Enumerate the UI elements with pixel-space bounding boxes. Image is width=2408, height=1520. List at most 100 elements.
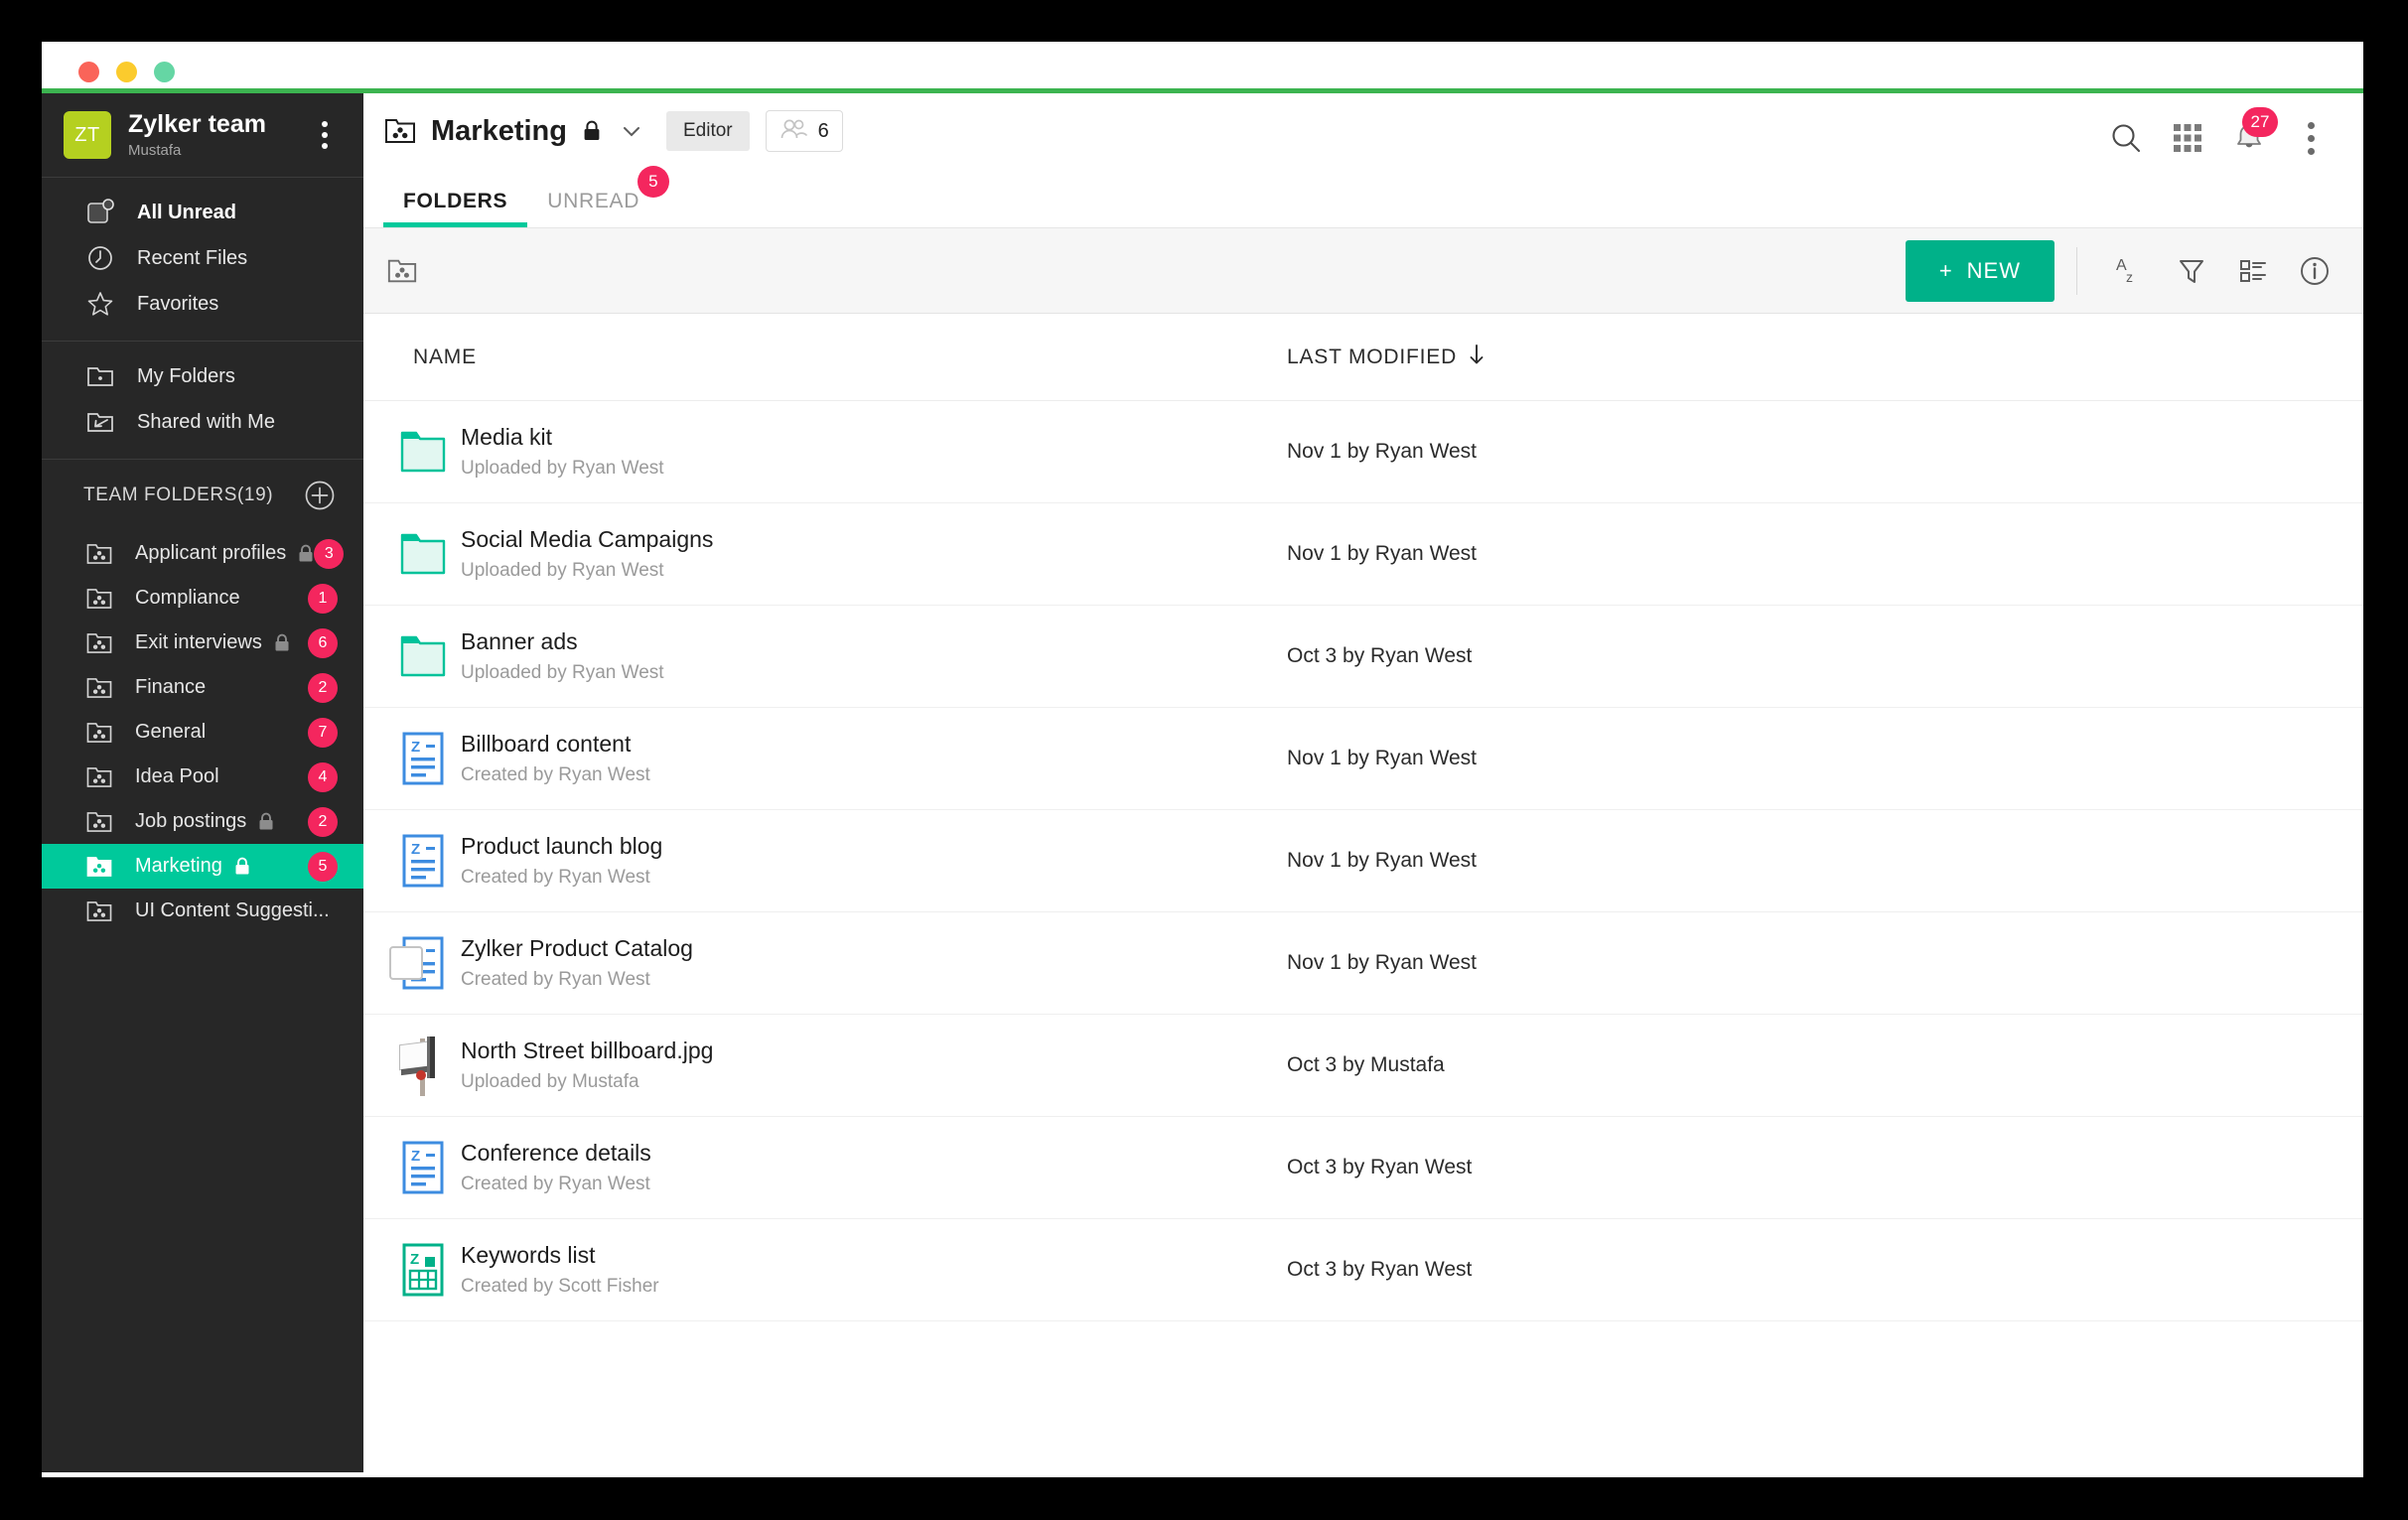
sidebar-folder-item[interactable]: Marketing 5 [42,844,363,889]
role-chip[interactable]: Editor [665,111,750,151]
row-file-name[interactable]: North Street billboard.jpg [461,1037,1287,1064]
file-table: NAME LAST MODIFIED Media kit Uploaded by… [363,314,2363,1472]
arrow-down-icon [1468,344,1486,371]
team-folder-icon [85,585,113,613]
view-list-icon[interactable] [2222,242,2284,300]
row-subtitle: Uploaded by Ryan West [461,662,664,683]
kebab-menu-icon[interactable] [2280,109,2341,167]
toolbar-divider [2076,246,2077,295]
sidebar-folder-label: UI Content Suggesti... [135,899,330,921]
table-row[interactable]: Z Billboard content Created by Ryan West No… [363,708,2363,810]
sidebar-item-shared-with-me[interactable]: Shared with Me [42,399,363,445]
table-row[interactable]: Banner ads Uploaded by Ryan West Oct 3 by … [363,606,2363,708]
lock-icon [298,544,314,563]
main-content: Marketing Editor 6 27 FOLDERS UNREAD 5 +… [363,93,2363,1472]
table-row[interactable]: ZZylker Product CatalogCreated by Ryan W… [363,912,2363,1015]
column-last-modified[interactable]: LAST MODIFIED [1287,344,2363,371]
table-header-row: NAME LAST MODIFIED [363,314,2363,401]
sidebar-folder-item[interactable]: Job postings 2 [42,799,363,844]
table-row[interactable]: North Street billboard.jpg Uploaded by Mu… [363,1015,2363,1117]
table-row[interactable]: Media kit Uploaded by Ryan West Nov 1 by R… [363,401,2363,503]
plus-circle-icon[interactable] [304,480,336,511]
sidebar-folder-label: Idea Pool [135,765,219,787]
svg-text:z: z [2126,269,2133,285]
team-folder-icon [383,114,417,148]
info-icon[interactable] [2284,242,2345,300]
row-text: Banner ads Uploaded by Ryan West [461,628,1287,684]
tab-folders[interactable]: FOLDERS [383,190,528,227]
unread-count-badge: 7 [308,717,338,748]
sidebar-item-all-unread[interactable]: All Unread [42,190,363,235]
row-file-name[interactable]: Banner ads [461,628,1287,655]
sidebar-folder-item[interactable]: Compliance 1 [42,576,363,621]
apps-grid-icon[interactable] [2157,109,2218,167]
row-checkbox-slot [389,742,423,775]
table-row[interactable]: Social Media Campaigns Uploaded by Ryan W… [363,503,2363,606]
row-checkbox[interactable] [389,946,423,980]
column-label: LAST MODIFIED [1287,345,1458,368]
table-row[interactable]: Z Keywords list Created by Scott Fisher Oct… [363,1219,2363,1321]
sidebar-folder-item[interactable]: General 7 [42,710,363,755]
kebab-menu-icon[interactable] [310,116,340,154]
sidebar-folder-item[interactable]: UI Content Suggesti... [42,889,363,933]
team-avatar: ZT [64,111,111,159]
row-file-name[interactable]: Media kit [461,424,1287,451]
app-window: ZT Zylker team Mustafa All Unread Recent… [42,42,2363,1477]
sidebar-nav-primary: All Unread Recent Files Favorites [42,178,363,342]
sidebar-item-label: Recent Files [137,246,248,269]
sidebar-item-recent-files[interactable]: Recent Files [42,235,363,281]
team-folder-icon [85,540,113,568]
table-row[interactable]: Z Conference details Created by Ryan West O… [363,1117,2363,1219]
tab-unread[interactable]: UNREAD 5 [527,166,670,227]
sidebar-item-favorites[interactable]: Favorites [42,281,363,327]
chevron-down-icon[interactable] [621,120,642,142]
row-file-name[interactable]: Social Media Campaigns [461,526,1287,553]
team-folders-title: TEAM FOLDERS(19) [83,484,274,505]
team-header[interactable]: ZT Zylker team Mustafa [42,93,363,178]
zoom-button[interactable] [154,62,175,82]
unread-count-badge: 2 [308,672,338,703]
new-button[interactable]: + NEW [1905,239,2054,302]
row-text: Zylker Product Catalog Created by Ryan We… [461,935,1287,991]
filter-icon[interactable] [2161,242,2222,300]
row-subtitle: Created by Scott Fisher [461,1276,659,1297]
column-label: NAME [413,345,477,368]
search-icon[interactable] [2095,109,2157,167]
unread-count-badge: 6 [308,627,338,658]
row-subtitle: Created by Ryan West [461,764,650,785]
members-chip[interactable]: 6 [765,110,843,152]
lock-icon [583,120,601,142]
sidebar-item-label: Favorites [137,292,219,315]
team-folder-icon [85,674,113,702]
row-subtitle: Created by Ryan West [461,867,650,888]
row-checkbox-slot [389,435,423,469]
row-file-name[interactable]: Keywords list [461,1242,1287,1269]
sidebar-folder-item[interactable]: Exit interviews 6 [42,621,363,665]
column-name[interactable]: NAME [363,345,1287,369]
row-file-name[interactable]: Zylker Product Catalog [461,935,1287,962]
row-file-name[interactable]: Product launch blog [461,833,1287,860]
sidebar-item-my-folders[interactable]: My Folders [42,353,363,399]
my-folder-icon [85,361,115,391]
header-actions: 27 [2095,107,2341,167]
sort-az-icon[interactable]: A z [2099,242,2161,300]
sidebar-folder-item[interactable]: Idea Pool 4 [42,755,363,799]
unread-count-badge: 5 [308,851,338,882]
team-folder-icon [85,719,113,747]
row-checkbox-slot [389,844,423,878]
bell-icon[interactable]: 27 [2218,107,2280,167]
team-folder-icon [85,898,113,925]
sidebar-folder-item[interactable]: Applicant profiles 3 [42,531,363,576]
row-file-name[interactable]: Conference details [461,1140,1287,1167]
team-folder-icon[interactable] [385,254,419,288]
unread-count-badge: 1 [308,583,338,614]
plus-icon: + [1938,257,1953,283]
minimize-button[interactable] [116,62,137,82]
row-last-modified: Nov 1 by Ryan West [1287,440,1478,463]
row-file-name[interactable]: Billboard content [461,731,1287,758]
table-row[interactable]: Z Product launch blog Created by Ryan West… [363,810,2363,912]
window-titlebar [42,42,2363,93]
close-button[interactable] [78,62,99,82]
unread-count-badge: 2 [308,806,338,837]
sidebar-folder-item[interactable]: Finance 2 [42,665,363,710]
